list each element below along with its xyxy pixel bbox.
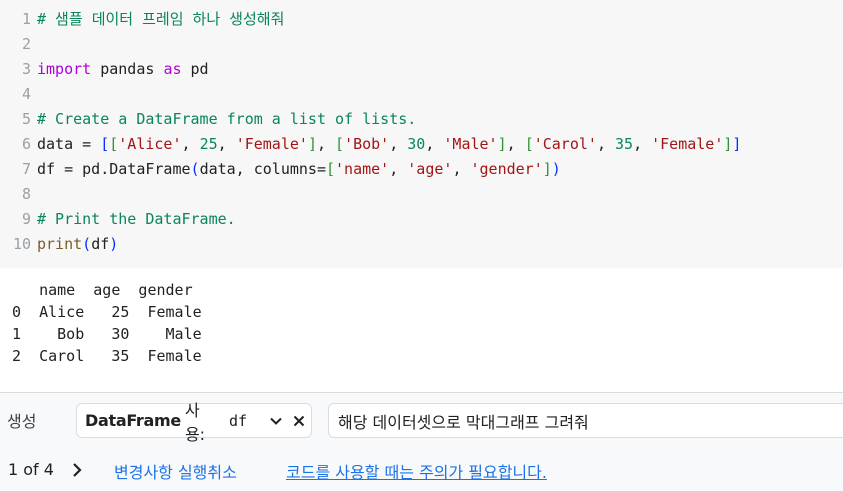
code-token: pd xyxy=(181,60,209,78)
code-token: , xyxy=(452,160,471,178)
code-token: import xyxy=(37,60,92,78)
chevron-right-icon[interactable] xyxy=(66,459,88,481)
code-token: , xyxy=(316,135,336,153)
caution-link[interactable]: 코드를 사용할 때는 주의가 필요합니다. xyxy=(286,459,547,483)
code-token: ( xyxy=(190,160,200,178)
code-token: df xyxy=(91,235,110,253)
code-token: , xyxy=(596,135,615,153)
code-token: 'age' xyxy=(407,160,453,178)
line-number: 8 xyxy=(21,185,31,203)
line-number: 6 xyxy=(21,135,31,153)
line-number: 2 xyxy=(21,35,31,53)
code-editor[interactable]: 1 # 샘플 데이터 프레임 하나 생성해줘 2 3 import pandas as … xyxy=(0,0,843,268)
output-line: 0 Alice 25 Female xyxy=(12,303,202,321)
code-line[interactable]: 3 import pandas as pd xyxy=(0,57,209,82)
code-text: # Print the DataFrame. xyxy=(37,210,236,228)
code-line[interactable]: 2 xyxy=(0,32,37,57)
line-number: 4 xyxy=(21,85,31,103)
code-token: 35 xyxy=(615,135,634,153)
generate-label: 생성 xyxy=(7,412,37,431)
code-text: data = [['Alice', 25, 'Female'], ['Bob',… xyxy=(37,135,741,153)
code-token: [ xyxy=(335,135,345,153)
code-token: 'Female' xyxy=(235,135,308,153)
line-number: 5 xyxy=(21,110,31,128)
code-token: data = xyxy=(37,135,101,153)
line-number: 10 xyxy=(12,235,31,253)
code-token: , xyxy=(217,135,236,153)
code-text: import pandas as pd xyxy=(37,60,209,78)
code-token: print xyxy=(37,235,83,253)
code-token: 25 xyxy=(199,135,218,153)
code-token: ] xyxy=(497,135,507,153)
code-line[interactable]: 8 xyxy=(0,182,37,207)
code-token: ( xyxy=(82,235,92,253)
output-line: 1 Bob 30 Male xyxy=(12,325,202,343)
code-token: , xyxy=(181,135,200,153)
code-token: # 샘플 데이터 프레임 하나 생성해줘 xyxy=(37,10,285,28)
code-line[interactable]: 10 print(df) xyxy=(0,232,118,257)
chevron-down-icon[interactable] xyxy=(264,409,287,433)
code-line[interactable]: 4 xyxy=(0,82,37,107)
code-token: # Print the DataFrame. xyxy=(37,210,236,228)
code-token: ] xyxy=(732,135,742,153)
pager-count: 1 of 4 xyxy=(8,460,54,479)
generate-bar: 생성 DataFrame 사용: df 1 of 4 변경사항 실행취소 코드를… xyxy=(0,393,843,491)
code-token: , xyxy=(425,135,444,153)
code-token: , xyxy=(506,135,525,153)
code-line[interactable]: 5 # Create a DataFrame from a list of lis… xyxy=(0,107,416,132)
code-token: 'gender' xyxy=(470,160,543,178)
close-icon[interactable] xyxy=(288,409,311,433)
code-text: # Create a DataFrame from a list of list… xyxy=(37,110,416,128)
code-line[interactable]: 6 data = [['Alice', 25, 'Female'], ['Bob'… xyxy=(0,132,741,157)
undo-changes-link[interactable]: 변경사항 실행취소 xyxy=(114,459,237,483)
cell-output: name age gender 0 Alice 25 Female 1 Bob 30… xyxy=(0,268,843,392)
line-number: 3 xyxy=(21,60,31,78)
code-token: 'Alice' xyxy=(118,135,182,153)
code-line[interactable]: 1 # 샘플 데이터 프레임 하나 생성해줘 xyxy=(0,7,284,32)
code-token: ) xyxy=(109,235,119,253)
code-token: , xyxy=(633,135,652,153)
code-token: ] xyxy=(307,135,317,153)
line-number: 1 xyxy=(21,10,31,28)
chip-sub: 사용: xyxy=(184,400,206,444)
code-token: ) xyxy=(551,160,561,178)
chip-title: DataFrame xyxy=(85,411,181,430)
code-token: ] xyxy=(542,160,552,178)
code-token: , xyxy=(389,135,408,153)
code-token: df = pd.DataFrame xyxy=(37,160,191,178)
output-line: 2 Carol 35 Female xyxy=(12,347,202,365)
code-token: # Create a DataFrame from a list of list… xyxy=(37,110,417,128)
code-token: 30 xyxy=(407,135,426,153)
code-token: 'Female' xyxy=(651,135,724,153)
output-line: name age gender xyxy=(12,281,193,299)
code-token: pandas xyxy=(91,60,164,78)
code-text: print(df) xyxy=(37,235,118,253)
code-text: df = pd.DataFrame(data, columns=['name',… xyxy=(37,160,561,178)
code-token: [ xyxy=(109,135,119,153)
code-token: 'name' xyxy=(335,160,390,178)
line-number: 7 xyxy=(21,160,31,178)
line-number: 9 xyxy=(21,210,31,228)
code-line[interactable]: 7 df = pd.DataFrame(data, columns=['name'… xyxy=(0,157,561,182)
code-token: [ xyxy=(524,135,534,153)
code-token: 'Carol' xyxy=(533,135,597,153)
chip-value: df xyxy=(228,411,248,430)
code-line[interactable]: 9 # Print the DataFrame. xyxy=(0,207,236,232)
prompt-input[interactable] xyxy=(328,403,843,438)
code-token: 'Male' xyxy=(443,135,498,153)
code-token: [ xyxy=(326,160,336,178)
code-text: # 샘플 데이터 프레임 하나 생성해줘 xyxy=(37,10,284,28)
code-token: as xyxy=(163,60,182,78)
code-token: 'Bob' xyxy=(344,135,390,153)
code-token: data, columns= xyxy=(199,160,326,178)
dataframe-chip[interactable]: DataFrame 사용: df xyxy=(76,401,312,444)
code-token: [ xyxy=(100,135,110,153)
code-token: , xyxy=(389,160,408,178)
